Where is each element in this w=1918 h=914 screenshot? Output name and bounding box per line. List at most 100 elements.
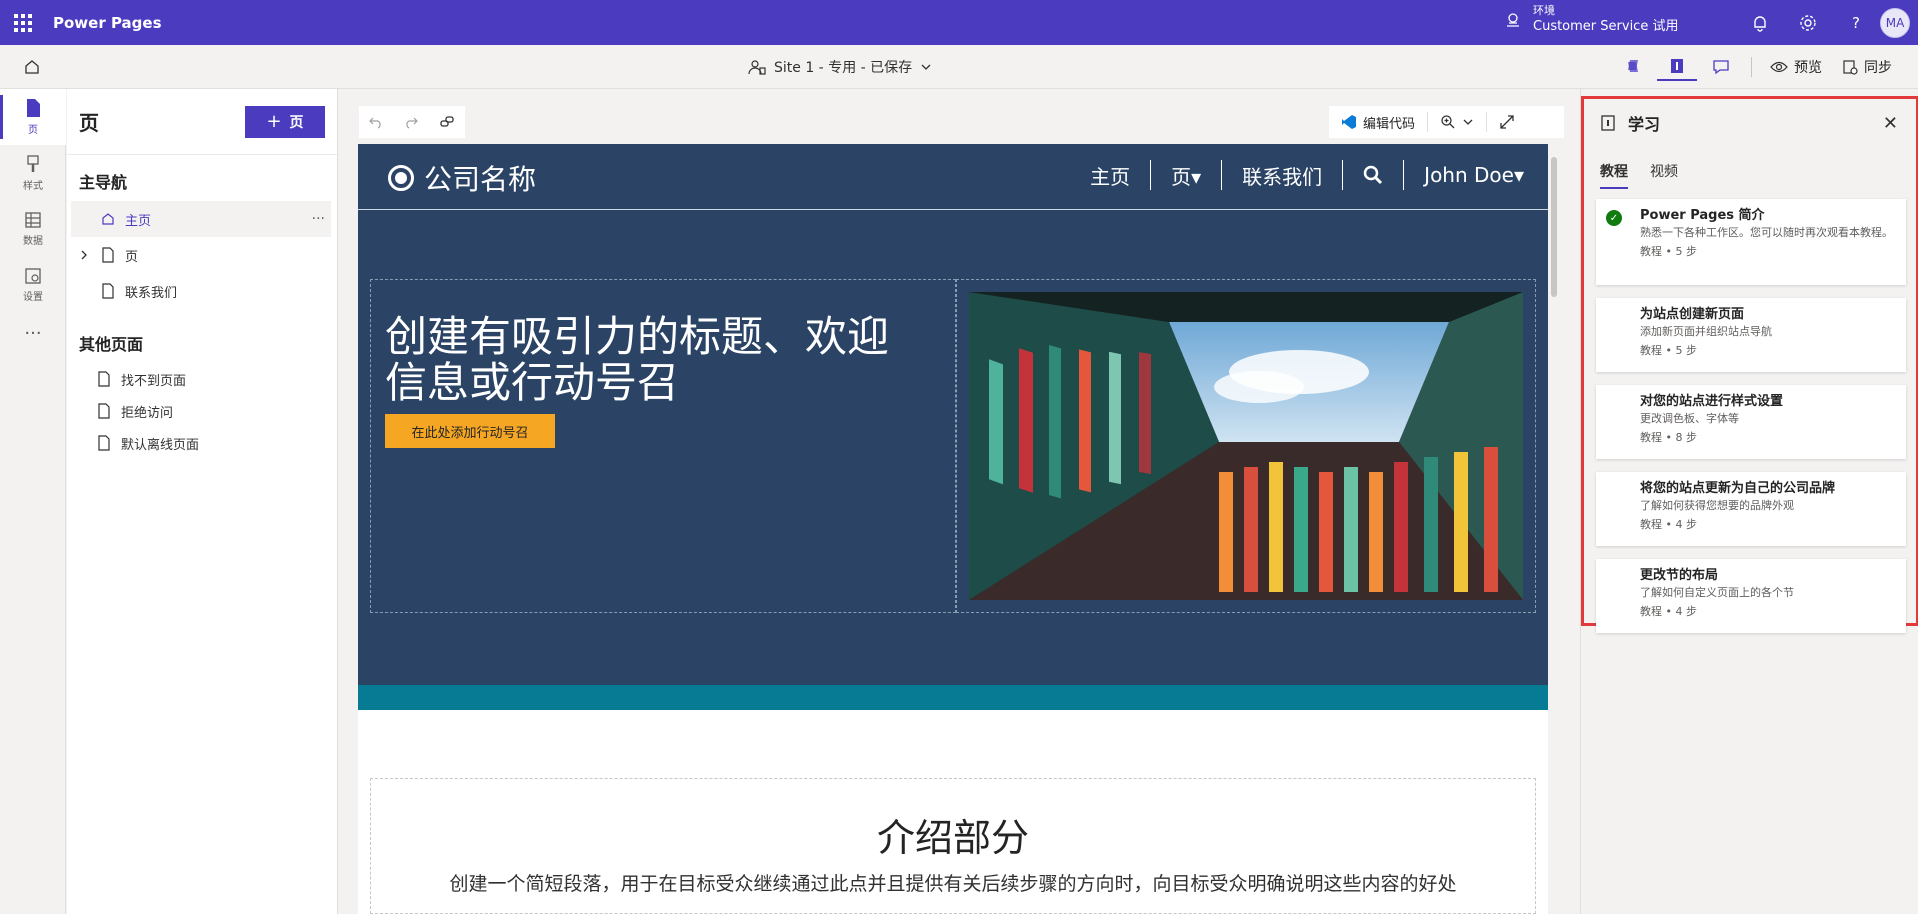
tutorial-description: 添加新页面并组织站点导航 bbox=[1640, 325, 1772, 338]
other-page-item[interactable]: 默认离线页面 bbox=[67, 427, 337, 459]
site-preview: 公司名称 主页 页▾ 联系我们 John Doe▾ 创建有吸引力的标题、欢迎信息… bbox=[358, 144, 1548, 914]
site-info-label: Site 1 - 专用 - 已保存 bbox=[774, 60, 913, 76]
rail-item-label: 数据 bbox=[23, 236, 43, 247]
site-search-icon[interactable] bbox=[1343, 160, 1405, 190]
zoom-in-icon bbox=[1441, 115, 1455, 129]
avatar[interactable]: MA bbox=[1880, 7, 1910, 38]
page-icon bbox=[102, 283, 114, 299]
site-menu-pages[interactable]: 页▾ bbox=[1151, 160, 1223, 190]
vscode-icon bbox=[1342, 115, 1356, 129]
divider bbox=[1751, 57, 1752, 77]
expand-icon[interactable] bbox=[1487, 106, 1527, 138]
tutorial-card[interactable]: ✓ Power Pages 简介 熟悉一下各种工作区。您可以随时再次观看本教程。… bbox=[1596, 199, 1906, 285]
tutorial-card[interactable]: 将您的站点更新为自己的公司品牌 了解如何获得您想要的品牌外观 教程 • 4 步 bbox=[1596, 472, 1906, 546]
hero-image-column[interactable] bbox=[956, 279, 1536, 613]
intro-section[interactable]: 介绍部分 创建一个简短段落，用于在目标受众继续通过此点并且提供有关后续步骤的方向… bbox=[370, 778, 1536, 914]
site-menu-home[interactable]: 主页 bbox=[1070, 160, 1152, 190]
settings-icon[interactable] bbox=[1784, 0, 1832, 45]
eye-icon bbox=[1770, 61, 1788, 73]
undo-icon[interactable] bbox=[369, 115, 383, 129]
nav-item-contact[interactable]: 联系我们 bbox=[67, 273, 337, 309]
hero-image[interactable] bbox=[969, 292, 1523, 600]
edit-code-button[interactable]: 编辑代码 bbox=[1329, 106, 1427, 138]
tutorial-list: ✓ Power Pages 简介 熟悉一下各种工作区。您可以随时再次观看本教程。… bbox=[1596, 199, 1906, 646]
panel-title: 页 bbox=[79, 111, 99, 135]
learn-panel: 学习 ✕ 教程 视频 ✓ Power Pages 简介 熟悉一下各种工作区。您可… bbox=[1580, 89, 1918, 914]
rail-item-styling[interactable]: 样式 bbox=[0, 145, 66, 201]
intro-title[interactable]: 介绍部分 bbox=[371, 807, 1535, 862]
hero-section[interactable]: 创建有吸引力的标题、欢迎信息或行动号召 在此处添加行动号召 bbox=[358, 210, 1548, 685]
home-icon bbox=[102, 213, 114, 225]
environment-picker[interactable]: 环境 Customer Service 试用 bbox=[1505, 4, 1678, 36]
left-rail: 页 样式 数据 设置 ··· bbox=[0, 89, 66, 914]
site-menu-user[interactable]: John Doe▾ bbox=[1404, 160, 1524, 190]
canvas-toolbar: 编辑代码 bbox=[1329, 106, 1564, 138]
app-launcher-icon[interactable] bbox=[0, 0, 45, 45]
site-menu-contact[interactable]: 联系我们 bbox=[1222, 160, 1344, 190]
command-bar: Site 1 - 专用 - 已保存 预览 同步 bbox=[0, 45, 1918, 89]
zoom-dropdown[interactable] bbox=[1428, 106, 1486, 138]
chevron-down-icon bbox=[1463, 119, 1473, 125]
app-title[interactable]: Power Pages bbox=[53, 14, 162, 32]
add-page-label: 页 bbox=[289, 114, 304, 131]
tutorial-meta: 教程 • 4 步 bbox=[1640, 518, 1697, 531]
rail-item-label: 页 bbox=[28, 125, 38, 136]
edit-code-label: 编辑代码 bbox=[1363, 116, 1416, 132]
rail-item-label: 设置 bbox=[23, 292, 43, 303]
tutorial-card[interactable]: 为站点创建新页面 添加新页面并组织站点导航 教程 • 5 步 bbox=[1596, 298, 1906, 372]
rail-item-setup[interactable]: 设置 bbox=[0, 257, 66, 313]
site-info-dropdown[interactable]: Site 1 - 专用 - 已保存 bbox=[748, 57, 932, 77]
other-page-item[interactable]: 拒绝访问 bbox=[67, 395, 337, 427]
design-canvas: 编辑代码 公司名称 主页 页▾ 联系我们 John Doe▾ 创建有吸引力的标题… bbox=[339, 89, 1579, 914]
close-icon[interactable]: ✕ bbox=[1883, 113, 1898, 134]
tutorial-description: 了解如何获得您想要的品牌外观 bbox=[1640, 499, 1794, 512]
preview-label: 预览 bbox=[1794, 60, 1822, 76]
more-options-icon[interactable]: ··· bbox=[312, 211, 325, 227]
intro-text[interactable]: 创建一个简短段落，用于在目标受众继续通过此点并且提供有关后续步骤的方向时，向目标… bbox=[371, 869, 1535, 896]
environment-label: 环境 bbox=[1533, 4, 1555, 17]
undo-redo-toolbar bbox=[359, 106, 465, 138]
help-icon[interactable]: ? bbox=[1832, 0, 1880, 45]
environment-icon bbox=[1507, 13, 1519, 27]
sync-button[interactable]: 同步 bbox=[1834, 53, 1900, 81]
tutorial-meta: 教程 • 8 步 bbox=[1640, 431, 1697, 444]
hero-title[interactable]: 创建有吸引力的标题、欢迎信息或行动号召 bbox=[385, 314, 925, 406]
comments-icon[interactable] bbox=[1701, 53, 1741, 81]
table-icon bbox=[25, 212, 41, 228]
chevron-right-icon[interactable] bbox=[79, 249, 89, 261]
nav-item-home[interactable]: 主页 ··· bbox=[71, 201, 331, 237]
scrollbar-thumb[interactable] bbox=[1551, 157, 1557, 297]
tab-tutorials[interactable]: 教程 bbox=[1600, 161, 1628, 189]
other-page-label: 找不到页面 bbox=[121, 373, 187, 389]
notifications-icon[interactable] bbox=[1736, 0, 1784, 45]
tutorial-meta: 教程 • 5 步 bbox=[1640, 245, 1697, 258]
add-page-button[interactable]: + 页 bbox=[245, 105, 325, 138]
home-icon[interactable] bbox=[20, 55, 44, 79]
learn-panel-icon[interactable] bbox=[1657, 53, 1697, 81]
learn-title: 学习 bbox=[1628, 115, 1661, 134]
nav-item-pages[interactable]: 页 bbox=[67, 237, 337, 273]
hero-text-column[interactable]: 创建有吸引力的标题、欢迎信息或行动号召 在此处添加行动号召 bbox=[370, 279, 956, 613]
page-icon bbox=[98, 403, 110, 419]
checkmark-icon: ✓ bbox=[1606, 210, 1622, 226]
site-menu: 主页 页▾ 联系我们 John Doe▾ bbox=[1070, 160, 1524, 190]
other-page-label: 拒绝访问 bbox=[121, 405, 174, 421]
other-page-item[interactable]: 找不到页面 bbox=[67, 363, 337, 395]
tutorial-card[interactable]: 对您的站点进行样式设置 更改调色板、字体等 教程 • 8 步 bbox=[1596, 385, 1906, 459]
learn-icon bbox=[1601, 115, 1615, 131]
preview-button[interactable]: 预览 bbox=[1762, 53, 1830, 81]
link-icon[interactable] bbox=[439, 114, 455, 130]
canvas-scrollbar[interactable] bbox=[1549, 145, 1559, 914]
main-nav-heading: 主导航 bbox=[79, 173, 128, 192]
rail-item-pages[interactable]: 页 bbox=[0, 89, 66, 145]
redo-icon[interactable] bbox=[404, 115, 418, 129]
copilot-icon[interactable] bbox=[1613, 53, 1653, 81]
more-icon[interactable]: ··· bbox=[0, 313, 66, 353]
tutorial-card[interactable]: 更改节的布局 了解如何自定义页面上的各个节 教程 • 4 步 bbox=[1596, 559, 1906, 633]
site-brand[interactable]: 公司名称 bbox=[388, 158, 536, 198]
rail-item-data[interactable]: 数据 bbox=[0, 201, 66, 257]
tab-videos[interactable]: 视频 bbox=[1650, 161, 1678, 189]
page-icon bbox=[27, 99, 40, 117]
cta-button[interactable]: 在此处添加行动号召 bbox=[385, 414, 555, 448]
site-header[interactable]: 公司名称 主页 页▾ 联系我们 John Doe▾ bbox=[358, 144, 1548, 210]
